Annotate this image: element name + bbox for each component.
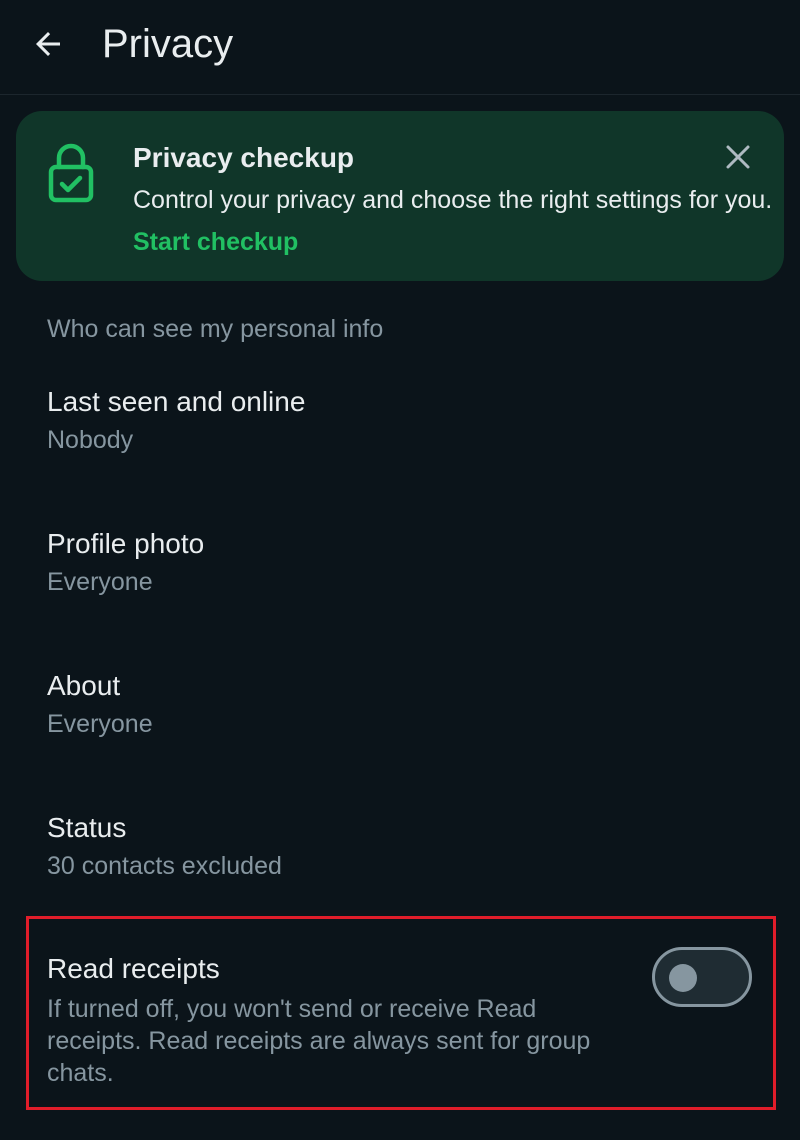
- app-bar: Privacy: [0, 0, 800, 95]
- close-checkup-button[interactable]: [716, 135, 760, 179]
- read-receipts-description: If turned off, you won't send or receive…: [47, 995, 591, 1087]
- privacy-checkup-card: Privacy checkup Control your privacy and…: [16, 111, 784, 281]
- page-title: Privacy: [102, 22, 234, 66]
- back-button[interactable]: [22, 18, 74, 70]
- privacy-screen: Privacy Privacy checkup Control your pri…: [0, 0, 800, 1140]
- read-receipts-toggle[interactable]: [652, 947, 752, 1007]
- checkup-body-text: Control your privacy and choose the righ…: [133, 186, 773, 214]
- setting-value: Nobody: [47, 426, 134, 454]
- close-icon: [726, 145, 750, 169]
- setting-last-seen[interactable]: Last seen and online Nobody: [0, 385, 800, 515]
- lock-check-icon: [48, 143, 94, 203]
- setting-value: Everyone: [47, 710, 153, 738]
- setting-title: Status: [47, 812, 127, 843]
- checkup-body: Control your privacy and choose the righ…: [133, 179, 773, 263]
- read-receipts-title: Read receipts: [47, 953, 220, 984]
- section-header-personal-info: Who can see my personal info: [47, 315, 384, 343]
- arrow-left-icon: [36, 32, 60, 56]
- start-checkup-link[interactable]: Start checkup: [133, 228, 298, 256]
- setting-title: About: [47, 670, 121, 701]
- setting-title: Profile photo: [47, 528, 205, 559]
- checkup-title: Privacy checkup: [133, 142, 355, 173]
- setting-profile-photo[interactable]: Profile photo Everyone: [0, 527, 800, 657]
- toggle-knob: [669, 964, 697, 992]
- setting-value: 30 contacts excluded: [47, 852, 282, 880]
- setting-value: Everyone: [47, 568, 153, 596]
- setting-title: Last seen and online: [47, 386, 306, 417]
- setting-about[interactable]: About Everyone: [0, 669, 800, 799]
